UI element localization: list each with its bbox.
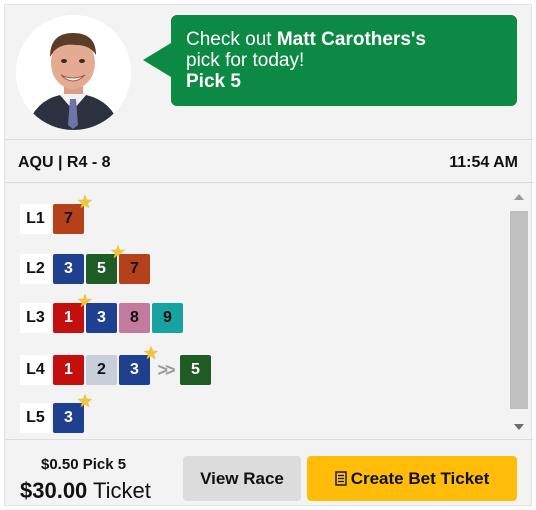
bet-type-label: Pick 5 — [186, 71, 241, 92]
scrollbar-thumb[interactable] — [510, 211, 528, 409]
bubble-bet-type: Pick 5 — [186, 71, 503, 92]
horse-number-badge: 5 — [180, 355, 211, 385]
horse-number: 9 — [163, 309, 172, 326]
horse-number-badge: 1 — [53, 355, 84, 385]
horse-number: 3 — [97, 309, 106, 326]
leg-row: L5 3 ★ — [20, 392, 93, 434]
leg-label: L5 — [20, 403, 51, 433]
horse-number-badge: 7 ★ — [53, 193, 93, 234]
star-icon: ★ — [76, 391, 93, 411]
horse-number-badge: 8 — [119, 303, 150, 333]
horse-number: 8 — [130, 309, 139, 326]
bubble-line-1: Check out Matt Carothers's — [186, 29, 503, 50]
handicapper-name: Matt Carothers's — [276, 29, 426, 50]
legs-list: L1 7 ★ L2 3 5 ★ 7 L3 1 ★ 3 8 9 L4 1 2 3 ★ >> 5 L5 3 ★ — [5, 183, 533, 439]
view-race-button[interactable]: View Race — [183, 456, 301, 501]
horse-number: 2 — [97, 361, 106, 378]
scrollbar[interactable] — [509, 187, 528, 437]
pick-widget: Check out Matt Carothers's pick for toda… — [4, 4, 533, 507]
horse-number: 5 — [191, 361, 200, 378]
horse-number-badge: 3 — [53, 254, 84, 284]
horse-number: 1 — [64, 361, 73, 378]
horse-number-badge: 1 ★ — [53, 292, 93, 333]
ticket-amount: $30.00 — [20, 478, 88, 503]
horse-number: 7 — [130, 260, 139, 277]
star-icon: ★ — [142, 343, 159, 363]
chevron-up-icon[interactable] — [514, 194, 524, 200]
horse-number-badge: 9 — [152, 303, 183, 333]
view-race-label: View Race — [200, 468, 284, 488]
handicapper-avatar — [16, 15, 131, 130]
leg-row: L2 3 5 ★ 7 — [20, 243, 152, 285]
horse-number: 3 — [64, 409, 73, 426]
horse-number-badge: 3 — [86, 303, 117, 333]
horse-number: 1 — [64, 309, 73, 326]
create-bet-ticket-label: Create Bet Ticket — [350, 468, 490, 488]
ticket-word: Ticket — [87, 478, 151, 503]
horse-number-badge: 3 ★ — [119, 344, 159, 385]
leg-label: L2 — [20, 254, 51, 284]
bet-cost: $0.50 Pick 5 — [41, 456, 127, 473]
ticket-icon — [335, 471, 347, 486]
bubble-prefix: Check out — [186, 29, 277, 50]
expert-pick-header: Check out Matt Carothers's pick for toda… — [5, 5, 533, 139]
leg-label: L1 — [20, 204, 51, 234]
chevron-down-icon[interactable] — [514, 424, 524, 430]
post-time: 11:54 AM — [449, 154, 518, 171]
horse-number-badge: 2 — [86, 355, 117, 385]
leg-row: L1 7 ★ — [20, 193, 93, 235]
speech-bubble-tail — [143, 43, 171, 77]
leg-label: L4 — [20, 355, 51, 385]
leg-label: L3 — [20, 303, 51, 333]
horse-number-badge: 5 ★ — [86, 243, 126, 284]
horse-number: 5 — [97, 260, 106, 277]
ticket-footer: $0.50 Pick 5 $30.00 Ticket View Race Cre… — [5, 439, 533, 507]
create-bet-ticket-button[interactable]: Create Bet Ticket — [307, 456, 517, 501]
horse-number-badge: 7 — [119, 254, 150, 284]
star-icon: ★ — [76, 192, 93, 212]
bubble-line-2: pick for today! — [186, 50, 305, 71]
horse-number: 7 — [64, 210, 73, 227]
leg-row: L3 1 ★ 3 8 9 — [20, 292, 185, 334]
ticket-total: $30.00 Ticket — [20, 478, 151, 504]
race-id: AQU | R4 - 8 — [18, 154, 111, 171]
horse-number: 3 — [130, 361, 139, 378]
race-info-row: AQU | R4 - 8 11:54 AM — [5, 139, 533, 183]
leg-row: L4 1 2 3 ★ >> 5 — [20, 344, 213, 386]
horse-number-badge: 3 ★ — [53, 392, 93, 433]
person-portrait-icon — [16, 15, 131, 130]
horse-number: 3 — [64, 260, 73, 277]
speech-bubble: Check out Matt Carothers's pick for toda… — [171, 15, 517, 106]
